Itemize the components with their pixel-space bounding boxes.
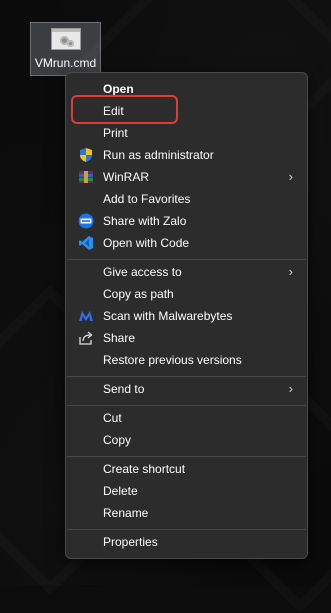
- menu-item-restore-previous-versions[interactable]: Restore previous versions: [70, 349, 303, 371]
- menu-item-label: WinRAR: [103, 170, 150, 184]
- menu-item-scan-with-malwarebytes[interactable]: Scan with Malwarebytes: [70, 305, 303, 327]
- menu-item-label: Share with Zalo: [103, 214, 187, 228]
- menu-separator: [67, 259, 306, 260]
- context-menu: Open Edit Print Run as administrator Win…: [65, 72, 308, 559]
- gear-icon: [67, 40, 74, 47]
- menu-item-share-with-zalo[interactable]: Share with Zalo: [70, 210, 303, 232]
- file-name-label: VMrun.cmd: [34, 56, 97, 70]
- menu-item-rename[interactable]: Rename: [70, 502, 303, 524]
- menu-item-label: Create shortcut: [103, 462, 186, 476]
- menu-item-label: Copy as path: [103, 287, 174, 301]
- chevron-right-icon: ›: [288, 169, 293, 184]
- menu-separator: [67, 456, 306, 457]
- menu-item-label: Give access to: [103, 265, 182, 279]
- menu-item-label: Open with Code: [103, 236, 190, 250]
- menu-item-share[interactable]: Share: [70, 327, 303, 349]
- menu-separator: [67, 376, 306, 377]
- vscode-icon: [79, 236, 93, 250]
- shield-icon: [80, 148, 92, 162]
- menu-item-label: Restore previous versions: [103, 353, 242, 367]
- menu-item-add-to-favorites[interactable]: Add to Favorites: [70, 188, 303, 210]
- edit-highlight-annotation: [71, 95, 178, 124]
- menu-item-copy-as-path[interactable]: Copy as path: [70, 283, 303, 305]
- menu-item-run-as-administrator[interactable]: Run as administrator: [70, 144, 303, 166]
- menu-item-label: Cut: [103, 411, 122, 425]
- menu-item-winrar[interactable]: WinRAR ›: [70, 166, 303, 188]
- menu-item-print[interactable]: Print: [70, 122, 303, 144]
- chevron-right-icon: ›: [288, 381, 293, 396]
- menu-separator: [67, 529, 306, 530]
- menu-item-copy[interactable]: Copy: [70, 429, 303, 451]
- menu-item-label: Send to: [103, 382, 145, 396]
- menu-item-delete[interactable]: Delete: [70, 480, 303, 502]
- menu-item-label: Rename: [103, 506, 149, 520]
- menu-item-label: Copy: [103, 433, 132, 447]
- menu-item-label: Properties: [103, 535, 158, 549]
- chevron-right-icon: ›: [288, 264, 293, 279]
- menu-item-label: Open: [103, 82, 134, 96]
- menu-item-label: Run as administrator: [103, 148, 214, 162]
- winrar-icon: [79, 171, 93, 183]
- menu-item-label: Scan with Malwarebytes: [103, 309, 233, 323]
- menu-item-label: Add to Favorites: [103, 192, 191, 206]
- menu-separator: [67, 405, 306, 406]
- menu-item-create-shortcut[interactable]: Create shortcut: [70, 458, 303, 480]
- menu-item-properties[interactable]: Properties: [70, 531, 303, 553]
- desktop-file-vmrun[interactable]: VMrun.cmd: [30, 22, 101, 76]
- menu-item-send-to[interactable]: Send to ›: [70, 378, 303, 400]
- zalo-icon: [78, 213, 94, 229]
- settings-file-icon: [51, 28, 81, 50]
- menu-item-open-with-code[interactable]: Open with Code: [70, 232, 303, 254]
- menu-item-label: Share: [103, 331, 136, 345]
- malwarebytes-icon: [79, 311, 93, 321]
- menu-item-label: Print: [103, 126, 128, 140]
- menu-item-cut[interactable]: Cut: [70, 407, 303, 429]
- menu-item-give-access-to[interactable]: Give access to ›: [70, 261, 303, 283]
- share-icon: [79, 331, 93, 345]
- menu-item-label: Delete: [103, 484, 138, 498]
